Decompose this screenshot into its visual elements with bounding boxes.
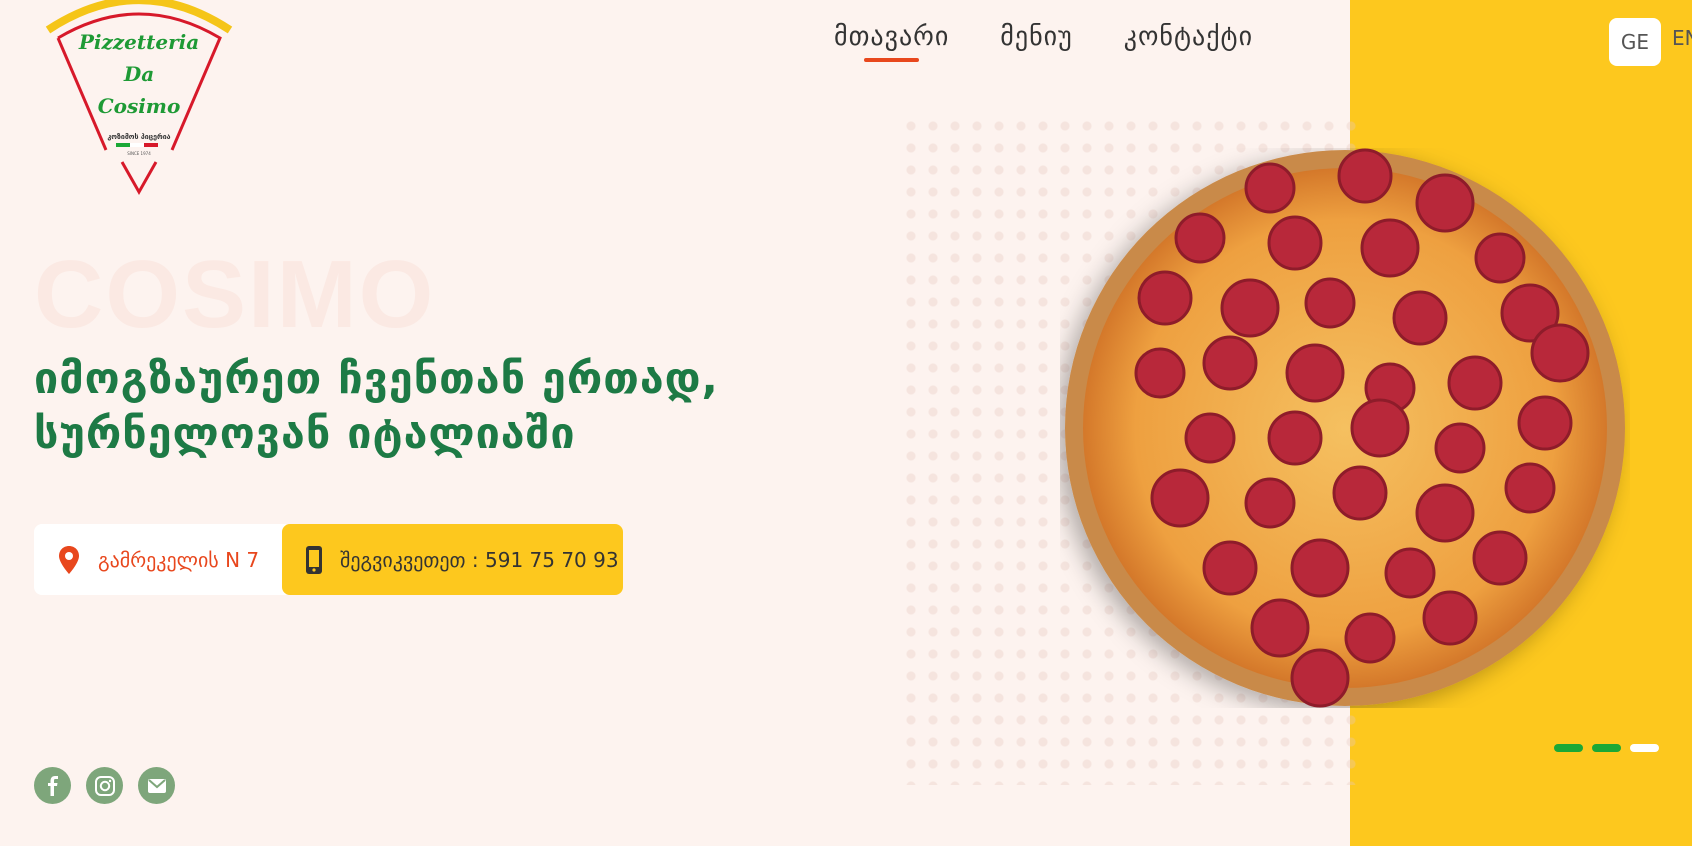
phone-text: შეგვიკვეთეთ : 591 75 70 93 (340, 547, 619, 572)
pepperoni-slice (1350, 398, 1410, 458)
logo-text-line3: Cosimo (97, 94, 181, 118)
pepperoni-slice (1517, 395, 1573, 451)
info-bar: გამრეკელის N 7 შეგვიკვეთეთ : 591 75 70 9… (34, 524, 623, 595)
facebook-icon[interactable] (34, 767, 71, 804)
pepperoni-slice (1150, 468, 1210, 528)
pepperoni-slice (1220, 278, 1280, 338)
phone-icon (306, 545, 322, 574)
pepperoni-slice (1290, 648, 1350, 708)
language-en-button[interactable]: EN (1672, 26, 1692, 50)
language-ge-button[interactable]: GE (1609, 18, 1661, 66)
slider-dot-1[interactable] (1554, 744, 1583, 752)
pepperoni-slice (1244, 477, 1296, 529)
email-icon[interactable] (138, 767, 175, 804)
social-links (34, 767, 190, 804)
pepperoni-slice (1474, 232, 1526, 284)
pepperoni-slice (1434, 422, 1486, 474)
pepperoni-slice (1202, 335, 1258, 391)
logo-subtitle: კოზიმოს პიცერია (107, 133, 171, 141)
nav-item-contact[interactable]: კონტაქტი (1124, 22, 1253, 52)
pepperoni-slice (1337, 148, 1393, 204)
pepperoni-slice (1447, 355, 1503, 411)
nav-item-home[interactable]: მთავარი (834, 22, 949, 62)
address-box[interactable]: გამრეკელის N 7 (34, 524, 286, 595)
pepperoni-slice (1202, 540, 1258, 596)
pepperoni-slice (1290, 538, 1350, 598)
watermark-text: COSIMO (34, 241, 436, 348)
pizza-image (1065, 148, 1625, 708)
pepperoni-slice (1285, 343, 1345, 403)
logo-text-line1: Pizzetteria (78, 30, 200, 54)
instagram-icon[interactable] (86, 767, 123, 804)
pepperoni-slice (1137, 270, 1193, 326)
phone-box[interactable]: შეგვიკვეთეთ : 591 75 70 93 (282, 524, 623, 595)
pepperoni-slice (1415, 173, 1475, 233)
logo-since: SINCE 1974 (127, 151, 151, 156)
headline-line2: სურნელოვან იტალიაში (34, 409, 576, 459)
location-pin-icon (59, 545, 79, 574)
pepperoni-slice (1422, 590, 1478, 646)
slider-dot-2[interactable] (1592, 744, 1621, 752)
pepperoni-slice (1504, 462, 1556, 514)
pepperoni-slice (1344, 612, 1396, 664)
headline-line1: იმოგზაურეთ ჩვენთან ერთად, (34, 354, 719, 404)
pepperoni-slice (1267, 215, 1323, 271)
pepperoni-slice (1244, 162, 1296, 214)
address-text: გამრეკელის N 7 (98, 547, 260, 572)
pepperoni-slice (1472, 530, 1528, 586)
pepperoni-slice (1415, 483, 1475, 543)
pepperoni-slice (1360, 218, 1420, 278)
nav-item-menu[interactable]: მენიუ (1000, 22, 1072, 52)
slider-dots (1554, 744, 1668, 752)
pepperoni-slice (1392, 290, 1448, 346)
pepperoni-slice (1134, 347, 1186, 399)
slider-dot-3[interactable] (1630, 744, 1659, 752)
pepperoni-slice (1184, 412, 1236, 464)
main-nav: მთავარი მენიუ კონტაქტი (834, 22, 1304, 62)
logo[interactable]: Pizzetteria Da Cosimo კოზიმოს პიცერია SI… (44, 0, 234, 200)
pepperoni-slice (1530, 323, 1590, 383)
pepperoni-slice (1332, 465, 1388, 521)
pepperoni-slice (1250, 598, 1310, 658)
pepperoni-slice (1304, 277, 1356, 329)
pepperoni-slice (1384, 547, 1436, 599)
hero-headline: იმოგზაურეთ ჩვენთან ერთად, სურნელოვან იტა… (34, 352, 794, 462)
pepperoni-slice (1174, 212, 1226, 264)
pepperoni-slice (1267, 410, 1323, 466)
logo-text-line2: Da (123, 62, 155, 86)
